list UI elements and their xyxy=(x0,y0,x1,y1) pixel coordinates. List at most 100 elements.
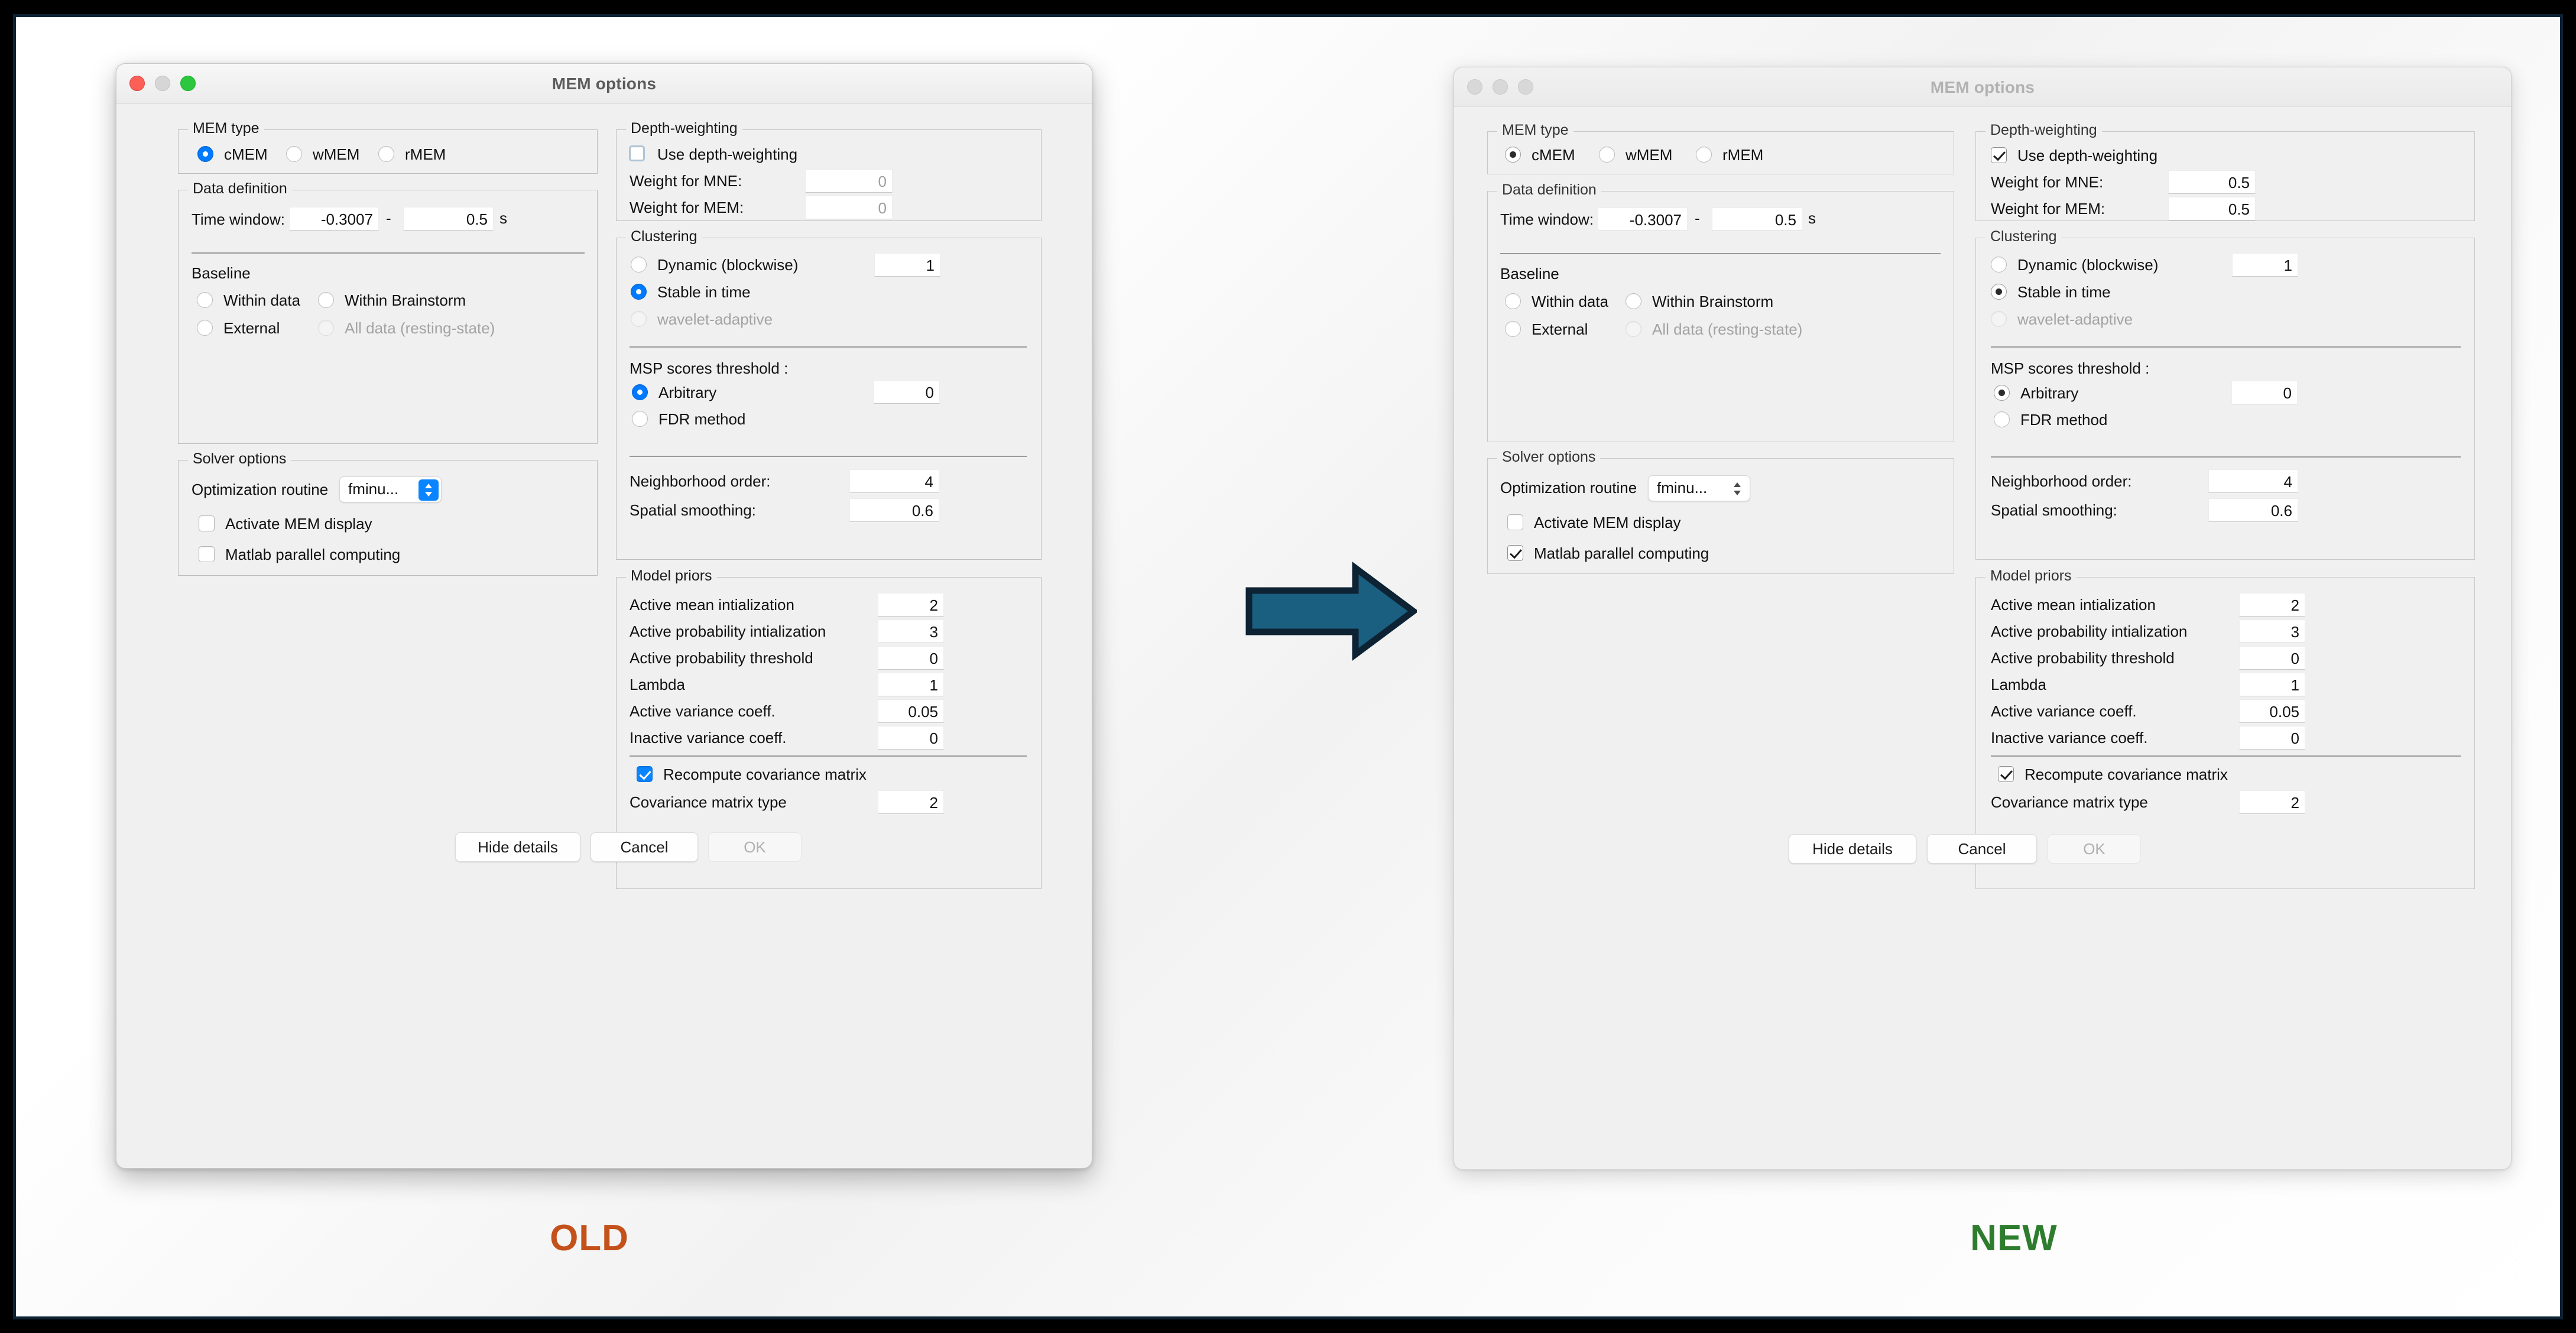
titlebar-old[interactable]: MEM options xyxy=(116,64,1092,103)
input-weight-mne-new[interactable]: 0.5 xyxy=(2168,170,2256,194)
radio-dynamic-blockwise-new[interactable] xyxy=(1991,257,2007,273)
radio-wavelet-adaptive-new xyxy=(1991,311,2007,327)
input-prior-5-new[interactable]: 0 xyxy=(2239,726,2305,750)
label-weight-mem-new: Weight for MEM: xyxy=(1991,200,2105,218)
divider-recompute-old xyxy=(630,755,1027,757)
input-prior-4-old[interactable]: 0.05 xyxy=(878,699,944,723)
input-prior-1-new[interactable]: 3 xyxy=(2239,620,2305,643)
input-spatial-smoothing-old[interactable]: 0.6 xyxy=(849,498,939,522)
mem-options-window-new[interactable]: MEM options MEM type cMEM wMEM rMEM Data… xyxy=(1454,67,2512,1170)
input-prior-0-old[interactable]: 2 xyxy=(878,593,944,617)
input-prior-0-new[interactable]: 2 xyxy=(2239,593,2305,617)
input-time-start-old[interactable]: -0.3007 xyxy=(289,207,379,231)
radio-wmem-old[interactable] xyxy=(286,146,302,162)
select-value-old: fminu... xyxy=(348,480,398,498)
radio-fdr-method-new[interactable] xyxy=(1994,411,2010,427)
radio-external-old[interactable] xyxy=(197,320,213,336)
cancel-button-old[interactable]: Cancel xyxy=(591,832,698,862)
input-prior-5-old[interactable]: 0 xyxy=(878,726,944,750)
label-arbitrary-new: Arbitrary xyxy=(2020,384,2078,402)
window-body-new: MEM type cMEM wMEM rMEM Data definition … xyxy=(1454,106,2511,1169)
radio-within-data-old[interactable] xyxy=(197,292,213,308)
cancel-button-new[interactable]: Cancel xyxy=(1927,834,2037,864)
checkbox-use-depth-weighting-new[interactable] xyxy=(1991,147,2007,163)
label-arbitrary-old: Arbitrary xyxy=(658,384,716,401)
checkbox-matlab-parallel-new[interactable] xyxy=(1507,545,1523,561)
select-optimization-routine-old[interactable]: fminu... xyxy=(339,476,442,502)
mem-options-window-old[interactable]: MEM options MEM type cMEM wMEM rMEM Data… xyxy=(116,63,1092,1169)
select-optimization-routine-new[interactable]: fminu... xyxy=(1648,475,1750,501)
chevron-updown-icon[interactable] xyxy=(1727,478,1747,500)
radio-within-data-new[interactable] xyxy=(1505,293,1521,309)
label-weight-mne-old: Weight for MNE: xyxy=(630,172,742,190)
radio-rmem-old[interactable] xyxy=(378,146,394,162)
radio-cmem-old[interactable] xyxy=(197,146,213,162)
radio-stable-in-time-old[interactable] xyxy=(631,284,647,300)
input-arbitrary-threshold-old[interactable]: 0 xyxy=(874,380,940,404)
input-weight-mem-old[interactable]: 0 xyxy=(805,196,893,219)
radio-arbitrary-new[interactable] xyxy=(1994,385,2010,401)
checkbox-activate-mem-display-old[interactable] xyxy=(199,515,215,531)
input-time-end-old[interactable]: 0.5 xyxy=(403,207,494,231)
group-label-model-priors-new: Model priors xyxy=(1985,567,2077,585)
radio-fdr-method-old[interactable] xyxy=(632,411,648,427)
label-prior-3-old: Lambda xyxy=(630,676,685,693)
label-prior-2-new: Active probability threshold xyxy=(1991,649,2175,667)
input-covariance-type-new[interactable]: 2 xyxy=(2239,790,2305,814)
input-prior-2-old[interactable]: 0 xyxy=(878,646,944,670)
input-spatial-smoothing-new[interactable]: 0.6 xyxy=(2208,498,2298,522)
label-wmem-new: wMEM xyxy=(1626,146,1672,164)
checkbox-use-depth-weighting-old[interactable] xyxy=(629,145,645,161)
checkbox-recompute-covariance-new[interactable] xyxy=(1998,766,2014,782)
hide-details-button-old[interactable]: Hide details xyxy=(455,832,580,862)
checkbox-activate-mem-display-new[interactable] xyxy=(1507,514,1523,530)
input-prior-4-new[interactable]: 0.05 xyxy=(2239,699,2305,723)
input-prior-1-old[interactable]: 3 xyxy=(878,620,944,643)
input-weight-mem-new[interactable]: 0.5 xyxy=(2168,197,2256,220)
radio-rmem-new[interactable] xyxy=(1696,147,1712,163)
radio-arbitrary-old[interactable] xyxy=(632,384,648,400)
label-cmem-new: cMEM xyxy=(1532,146,1575,164)
label-matlab-parallel-old: Matlab parallel computing xyxy=(225,546,400,563)
input-prior-3-new[interactable]: 1 xyxy=(2239,673,2305,696)
label-prior-0-old: Active mean intialization xyxy=(630,596,794,614)
group-label-model-priors-old: Model priors xyxy=(626,567,717,585)
caption-new: NEW xyxy=(1902,1217,2126,1259)
checkbox-recompute-covariance-old[interactable] xyxy=(637,766,653,782)
label-spatial-smoothing-new: Spatial smoothing: xyxy=(1991,501,2117,519)
divider-baseline-new xyxy=(1500,253,1941,254)
group-label-data-definition-old: Data definition xyxy=(188,180,292,197)
group-label-clustering-new: Clustering xyxy=(1985,228,2062,245)
checkbox-matlab-parallel-old[interactable] xyxy=(199,546,215,562)
divider-msp-old xyxy=(630,346,1027,348)
input-time-start-new[interactable]: -0.3007 xyxy=(1598,207,1688,231)
radio-dynamic-blockwise-old[interactable] xyxy=(631,257,647,273)
input-neighborhood-order-old[interactable]: 4 xyxy=(849,469,939,493)
divider-msp-new xyxy=(1991,346,2461,348)
input-time-end-new[interactable]: 0.5 xyxy=(1712,207,1802,231)
radio-stable-in-time-new[interactable] xyxy=(1991,284,2007,300)
input-arbitrary-threshold-new[interactable]: 0 xyxy=(2231,381,2298,404)
hide-details-button-new[interactable]: Hide details xyxy=(1789,834,1916,864)
radio-external-new[interactable] xyxy=(1505,321,1521,337)
label-prior-5-old: Inactive variance coeff. xyxy=(630,729,786,747)
radio-within-brainstorm-old[interactable] xyxy=(318,292,334,308)
label-within-data-old: Within data xyxy=(223,291,300,309)
input-dynamic-blockwise-new[interactable]: 1 xyxy=(2232,253,2298,277)
radio-cmem-new[interactable] xyxy=(1505,147,1521,163)
label-covariance-type-new: Covariance matrix type xyxy=(1991,793,2148,811)
input-weight-mne-old[interactable]: 0 xyxy=(805,169,893,193)
chevron-updown-icon[interactable] xyxy=(418,479,439,501)
label-dynamic-blockwise-new: Dynamic (blockwise) xyxy=(2017,256,2158,274)
label-time-unit-old: s xyxy=(499,209,507,227)
input-neighborhood-order-new[interactable]: 4 xyxy=(2208,469,2298,493)
input-dynamic-blockwise-old[interactable]: 1 xyxy=(874,253,940,277)
label-stable-in-time-new: Stable in time xyxy=(2017,283,2111,301)
radio-wmem-new[interactable] xyxy=(1599,147,1615,163)
titlebar-new[interactable]: MEM options xyxy=(1454,67,2511,107)
slide-canvas: MEM options MEM type cMEM wMEM rMEM Data… xyxy=(13,14,2563,1319)
input-covariance-type-old[interactable]: 2 xyxy=(878,790,944,814)
input-prior-3-old[interactable]: 1 xyxy=(878,673,944,696)
input-prior-2-new[interactable]: 0 xyxy=(2239,646,2305,670)
radio-within-brainstorm-new[interactable] xyxy=(1626,293,1641,309)
